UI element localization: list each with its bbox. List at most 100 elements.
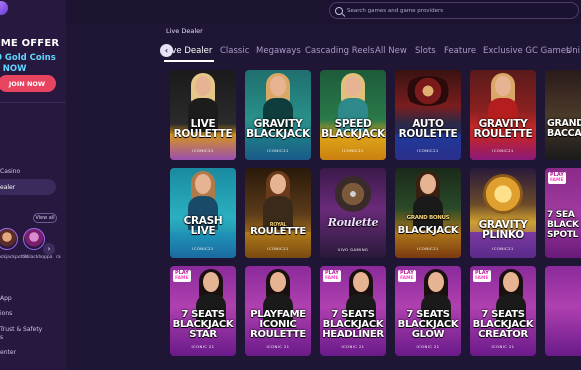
game-title: GRAVITY ROULETTE (470, 118, 536, 140)
tab-unique[interactable]: Uni (566, 46, 580, 56)
game-card-7-seats-blackjack-creator[interactable]: PLAY FAME 7 SEATS BLACKJACK CREATOR ICONIC … (470, 266, 536, 356)
tab-exclusive-gc-games[interactable]: Exclusive GC Games (483, 46, 570, 56)
join-now-button[interactable]: JOIN NOW (0, 75, 56, 92)
game-title-line: GRAND BACCA (547, 118, 581, 139)
sidebar-item-app[interactable]: App (0, 295, 12, 302)
game-provider: ICONIC21 (267, 148, 289, 153)
badge-bottom: FAME (475, 276, 489, 281)
tab-slots[interactable]: Slots (415, 46, 436, 56)
game-card-speed-blackjack[interactable]: SPEED BLACKJACK ICONIC21 (320, 70, 386, 160)
game-title-line: PLAYFAME ICONIC ROULETTE (250, 309, 306, 340)
game-title-line: GRAVITY PLINKO (478, 219, 528, 241)
game-card-7-seats-blackjack-headliner[interactable]: PLAY FAME 7 SEATS BLACKJACK HEADLINER ICONI… (320, 266, 386, 356)
playfame-badge: PLAY FAME (173, 270, 191, 282)
game-title: SPEED BLACKJACK (320, 118, 386, 140)
playfame-badge: PLAY FAME (548, 172, 566, 184)
provider-label: uckjackpotte (0, 255, 27, 260)
roulette-wheel-image (403, 76, 453, 106)
game-card-auto-roulette[interactable]: AUTO ROULETTE ICONIC21 (395, 70, 461, 160)
tab-feature[interactable]: Feature (444, 46, 476, 56)
game-title-line: 7 SEA BLACK SPOTL (547, 210, 579, 240)
search-input[interactable] (347, 7, 567, 14)
game-title: ROULETTE (250, 226, 306, 237)
game-title-line: AUTO ROULETTE (398, 118, 458, 140)
game-card-gravity-blackjack[interactable]: GRAVITY BLACKJACK ICONIC21 (245, 70, 311, 160)
chevron-right-icon[interactable]: › (43, 243, 55, 255)
tab-live-dealer[interactable]: ive Dealer (169, 46, 212, 56)
game-card-grand-baccarat[interactable]: GRAND BACCA (545, 70, 581, 160)
sidebar-item-promotions[interactable]: ions (0, 310, 12, 317)
game-title-line: 7 SEATS BLACKJACK CREATOR (472, 309, 534, 340)
game-card-vivo-roulette[interactable]: Roulette VIVO GAMING (320, 168, 386, 258)
game-title: BLACKJACK (397, 225, 459, 236)
game-provider: ICONIC21 (192, 148, 214, 153)
search-icon (335, 6, 343, 15)
game-title: 7 SEATS BLACKJACK CREATOR (470, 310, 536, 340)
game-provider: ICONIC21 (492, 246, 514, 251)
playfame-badge: PLAY FAME (473, 270, 491, 282)
badge-bottom: FAME (550, 178, 564, 183)
game-provider: ICONIC 21 (266, 344, 290, 349)
game-title: 7 SEATS BLACKJACK HEADLINER (320, 310, 386, 340)
game-card-royal-roulette[interactable]: ROYAL ROULETTE ICONIC21 (245, 168, 311, 258)
active-tab-indicator (164, 60, 214, 62)
game-provider: VIVO GAMING (337, 247, 369, 252)
page-title: Live Dealer (166, 27, 203, 35)
roulette-wheel-image (332, 176, 374, 212)
game-card-gravity-roulette[interactable]: GRAVITY ROULETTE ICONIC21 (470, 70, 536, 160)
game-card-playfame-iconic-roulette[interactable]: PLAYFAME ICONIC ROULETTE ICONIC 21 (245, 266, 311, 356)
tab-megaways[interactable]: Megaways (256, 46, 301, 56)
game-title: Roulette (327, 216, 379, 229)
sidebar-item-live-dealer-label: ealer (0, 184, 16, 191)
game-title: AUTO ROULETTE (395, 118, 461, 140)
game-provider: ICONIC 21 (491, 344, 515, 349)
sidebar-divider (0, 102, 66, 103)
game-title: GRAVITY BLACKJACK (245, 118, 311, 140)
welcome-offer-coins: 0 Gold Coins (0, 53, 56, 63)
sidebar-item-help-center[interactable]: enter (0, 349, 16, 356)
game-title-line: 7 SEATS BLACKJACK STAR (172, 309, 234, 340)
sidebar-item-trust-safety[interactable]: Trust & Safety (0, 326, 42, 333)
game-provider: ICONIC21 (267, 246, 289, 251)
game-card-crash-live[interactable]: CRASH LIVE ICONIC21 (170, 168, 236, 258)
game-title: CRASH LIVE (170, 216, 236, 237)
provider-label: ra (56, 255, 61, 260)
game-card-7-seats-blackjack-star[interactable]: PLAY FAME 7 SEATS BLACKJACK STAR ICONIC 21 (170, 266, 236, 356)
game-card-7-seats-blackjack-glow[interactable]: PLAY FAME 7 SEATS BLACKJACK GLOW ICONIC 21 (395, 266, 461, 356)
badge-bottom: FAME (325, 276, 339, 281)
provider-avatar[interactable] (23, 228, 45, 250)
game-card-grand-bonus-blackjack[interactable]: GRAND BONUS BLACKJACK ICONIC21 (395, 168, 461, 258)
game-title: GRAVITY PLINKO (470, 219, 536, 241)
game-card-7-seats-blackjack-spotlight[interactable]: PLAY FAME 7 SEA BLACK SPOTL (545, 168, 581, 258)
view-all-providers-button[interactable]: View all (33, 213, 57, 223)
game-title-line: 7 SEATS BLACKJACK GLOW (397, 309, 459, 340)
playfame-badge: PLAY FAME (323, 270, 341, 282)
provider-avatar[interactable] (0, 228, 18, 250)
game-provider: ICONIC 21 (191, 344, 215, 349)
welcome-offer-title: OME OFFER (0, 38, 60, 49)
game-provider: ICONIC21 (192, 246, 214, 251)
badge-bottom: FAME (400, 276, 414, 281)
game-card-live-roulette[interactable]: LIVE ROULETTE ICONIC21 (170, 70, 236, 160)
tab-cascading-reels[interactable]: Cascading Reels (305, 46, 374, 56)
game-title: 7 SEA BLACK SPOTL (545, 210, 581, 240)
game-provider: ICONIC 21 (416, 344, 440, 349)
game-card-partial[interactable] (545, 266, 581, 356)
sidebar: OME OFFER 0 Gold Coins E NOW JOIN NOW Ca… (0, 0, 66, 370)
sidebar-item-casino[interactable]: Casino (0, 168, 20, 175)
game-title: GRAND BACCA (545, 119, 581, 139)
tab-all-new[interactable]: All New (375, 46, 407, 56)
tab-classic[interactable]: Classic (220, 46, 249, 56)
game-provider: ICONIC21 (342, 148, 364, 153)
game-card-gravity-plinko[interactable]: GRAVITY PLINKO ICONIC21 (470, 168, 536, 258)
game-title-line: SPEED BLACKJACK (321, 118, 385, 140)
game-title-line: GRAVITY ROULETTE (473, 118, 533, 140)
chevron-left-icon[interactable]: ‹ (160, 44, 173, 57)
logo[interactable] (0, 1, 8, 15)
search-bar[interactable] (329, 2, 579, 19)
game-title: PLAYFAME ICONIC ROULETTE (245, 310, 311, 340)
badge-bottom: FAME (175, 276, 189, 281)
game-title-line: GRAVITY BLACKJACK (246, 118, 310, 140)
game-title: LIVE ROULETTE (170, 119, 236, 140)
game-title: 7 SEATS BLACKJACK GLOW (395, 310, 461, 340)
